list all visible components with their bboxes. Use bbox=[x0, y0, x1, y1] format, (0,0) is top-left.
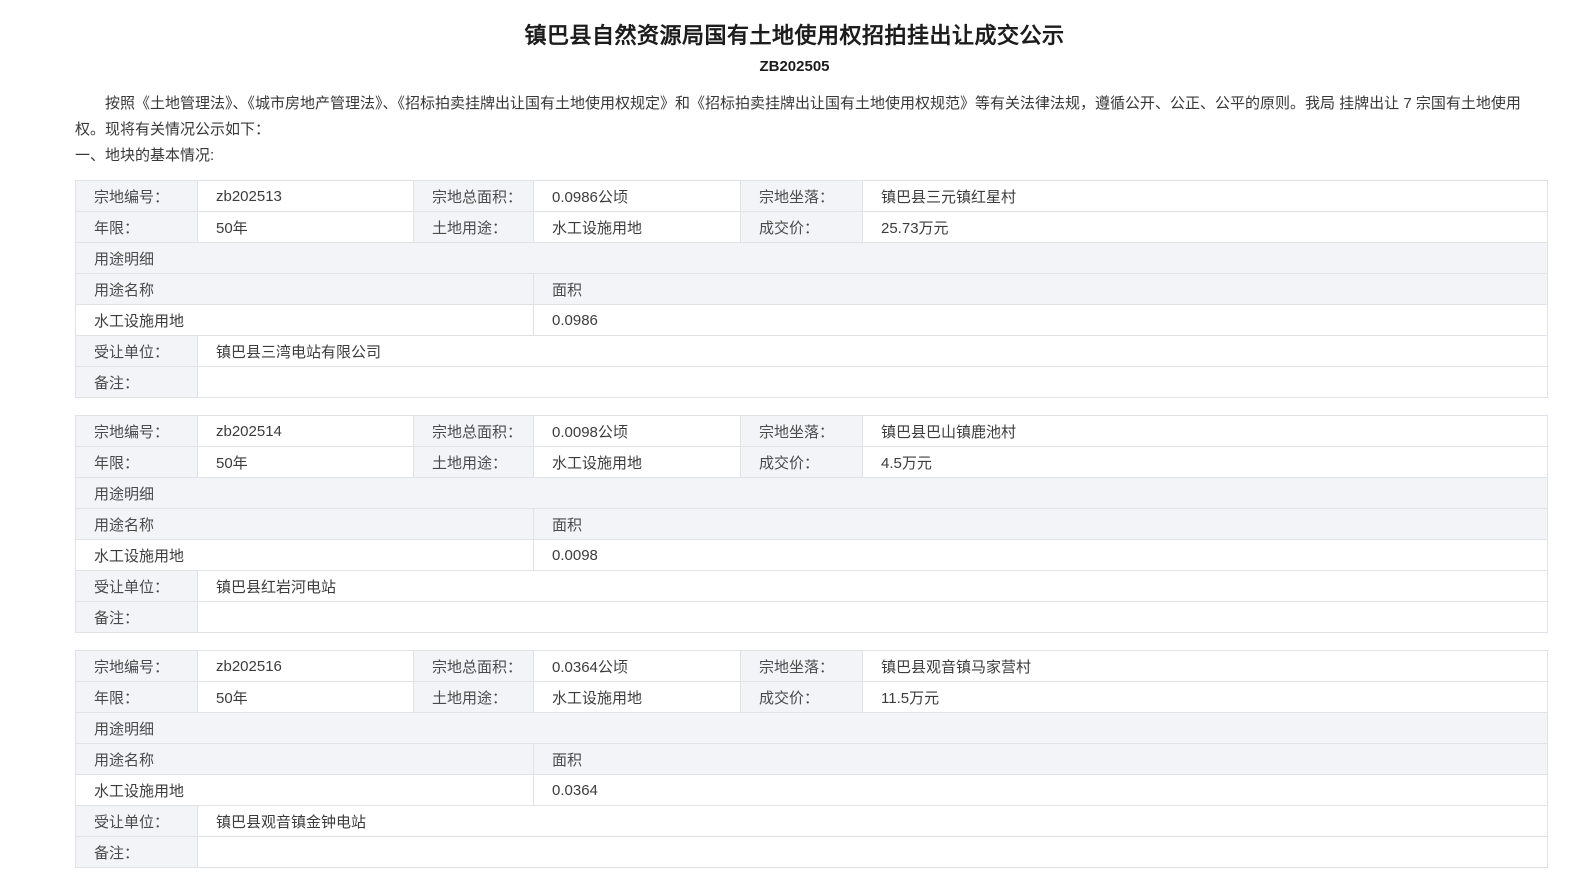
location-label: 宗地坐落： bbox=[741, 181, 863, 212]
deal-price-value: 11.5万元 bbox=[863, 682, 1548, 713]
use-detail-header: 用途明细 bbox=[76, 243, 1548, 274]
remark-value bbox=[198, 837, 1548, 868]
location-value: 镇巴县观音镇马家营村 bbox=[863, 651, 1548, 682]
remark-label: 备注： bbox=[76, 602, 198, 633]
deal-price-label: 成交价： bbox=[741, 682, 863, 713]
parcel-table-2: 宗地编号： zb202514 宗地总面积： 0.0098公顷 宗地坐落： 镇巴县… bbox=[75, 415, 1548, 633]
deal-price-label: 成交价： bbox=[741, 447, 863, 478]
remark-label: 备注： bbox=[76, 837, 198, 868]
transferee-label: 受让单位： bbox=[76, 806, 198, 837]
parcel-no-label: 宗地编号： bbox=[76, 651, 198, 682]
use-name-header: 用途名称 bbox=[76, 744, 534, 775]
term-label: 年限： bbox=[76, 212, 198, 243]
parcel-no-value: zb202514 bbox=[198, 416, 414, 447]
table-row: 备注： bbox=[76, 367, 1548, 398]
table-row: 年限： 50年 土地用途： 水工设施用地 成交价： 4.5万元 bbox=[76, 447, 1548, 478]
transferee-value: 镇巴县三湾电站有限公司 bbox=[198, 336, 1548, 367]
total-area-value: 0.0098公顷 bbox=[534, 416, 741, 447]
location-value: 镇巴县巴山镇鹿池村 bbox=[863, 416, 1548, 447]
transferee-label: 受让单位： bbox=[76, 571, 198, 602]
remark-value bbox=[198, 367, 1548, 398]
land-use-label: 土地用途： bbox=[414, 212, 534, 243]
table-row: 用途名称 面积 bbox=[76, 744, 1548, 775]
use-name-value: 水工设施用地 bbox=[76, 540, 534, 571]
table-row: 用途明细 bbox=[76, 243, 1548, 274]
page-title: 镇巴县自然资源局国有土地使用权招拍挂出让成交公示 bbox=[40, 18, 1549, 50]
parcel-no-label: 宗地编号： bbox=[76, 416, 198, 447]
table-row: 用途名称 面积 bbox=[76, 274, 1548, 305]
table-row: 水工设施用地 0.0364 bbox=[76, 775, 1548, 806]
land-use-value: 水工设施用地 bbox=[534, 682, 741, 713]
table-row: 用途明细 bbox=[76, 478, 1548, 509]
location-value: 镇巴县三元镇红星村 bbox=[863, 181, 1548, 212]
use-detail-header: 用途明细 bbox=[76, 478, 1548, 509]
section-heading: 一、地块的基本情况: bbox=[75, 143, 1549, 169]
parcel-no-value: zb202513 bbox=[198, 181, 414, 212]
table-row: 年限： 50年 土地用途： 水工设施用地 成交价： 25.73万元 bbox=[76, 212, 1548, 243]
total-area-label: 宗地总面积： bbox=[414, 416, 534, 447]
location-label: 宗地坐落： bbox=[741, 651, 863, 682]
intro-paragraph: 按照《土地管理法》、《城市房地产管理法》、《招标拍卖挂牌出让国有土地使用权规定》… bbox=[75, 91, 1548, 143]
term-label: 年限： bbox=[76, 682, 198, 713]
land-use-label: 土地用途： bbox=[414, 447, 534, 478]
deal-price-label: 成交价： bbox=[741, 212, 863, 243]
parcel-table-1: 宗地编号： zb202513 宗地总面积： 0.0986公顷 宗地坐落： 镇巴县… bbox=[75, 180, 1548, 398]
transferee-label: 受让单位： bbox=[76, 336, 198, 367]
deal-price-value: 4.5万元 bbox=[863, 447, 1548, 478]
total-area-label: 宗地总面积： bbox=[414, 651, 534, 682]
table-row: 年限： 50年 土地用途： 水工设施用地 成交价： 11.5万元 bbox=[76, 682, 1548, 713]
land-use-value: 水工设施用地 bbox=[534, 447, 741, 478]
table-row: 宗地编号： zb202513 宗地总面积： 0.0986公顷 宗地坐落： 镇巴县… bbox=[76, 181, 1548, 212]
land-use-label: 土地用途： bbox=[414, 682, 534, 713]
term-value: 50年 bbox=[198, 447, 414, 478]
parcel-no-label: 宗地编号： bbox=[76, 181, 198, 212]
table-row: 备注： bbox=[76, 602, 1548, 633]
use-area-value: 0.0364 bbox=[534, 775, 1548, 806]
remark-value bbox=[198, 602, 1548, 633]
total-area-value: 0.0364公顷 bbox=[534, 651, 741, 682]
parcel-no-value: zb202516 bbox=[198, 651, 414, 682]
table-row: 受让单位： 镇巴县观音镇金钟电站 bbox=[76, 806, 1548, 837]
land-use-value: 水工设施用地 bbox=[534, 212, 741, 243]
table-row: 水工设施用地 0.0098 bbox=[76, 540, 1548, 571]
use-name-header: 用途名称 bbox=[76, 274, 534, 305]
table-row: 宗地编号： zb202514 宗地总面积： 0.0098公顷 宗地坐落： 镇巴县… bbox=[76, 416, 1548, 447]
area-header: 面积 bbox=[534, 509, 1548, 540]
area-header: 面积 bbox=[534, 744, 1548, 775]
table-row: 用途明细 bbox=[76, 713, 1548, 744]
use-name-value: 水工设施用地 bbox=[76, 305, 534, 336]
total-area-label: 宗地总面积： bbox=[414, 181, 534, 212]
deal-price-value: 25.73万元 bbox=[863, 212, 1548, 243]
use-area-value: 0.0098 bbox=[534, 540, 1548, 571]
table-row: 备注： bbox=[76, 837, 1548, 868]
table-row: 受让单位： 镇巴县三湾电站有限公司 bbox=[76, 336, 1548, 367]
transferee-value: 镇巴县红岩河电站 bbox=[198, 571, 1548, 602]
parcel-table-3: 宗地编号： zb202516 宗地总面积： 0.0364公顷 宗地坐落： 镇巴县… bbox=[75, 650, 1548, 868]
location-label: 宗地坐落： bbox=[741, 416, 863, 447]
table-row: 受让单位： 镇巴县红岩河电站 bbox=[76, 571, 1548, 602]
table-row: 水工设施用地 0.0986 bbox=[76, 305, 1548, 336]
table-row: 用途名称 面积 bbox=[76, 509, 1548, 540]
term-value: 50年 bbox=[198, 212, 414, 243]
transferee-value: 镇巴县观音镇金钟电站 bbox=[198, 806, 1548, 837]
remark-label: 备注： bbox=[76, 367, 198, 398]
use-area-value: 0.0986 bbox=[534, 305, 1548, 336]
total-area-value: 0.0986公顷 bbox=[534, 181, 741, 212]
use-name-value: 水工设施用地 bbox=[76, 775, 534, 806]
doc-number: ZB202505 bbox=[40, 58, 1549, 75]
use-detail-header: 用途明细 bbox=[76, 713, 1548, 744]
announcement-page: 镇巴县自然资源局国有土地使用权招拍挂出让成交公示 ZB202505 按照《土地管… bbox=[0, 0, 1589, 895]
term-value: 50年 bbox=[198, 682, 414, 713]
use-name-header: 用途名称 bbox=[76, 509, 534, 540]
table-row: 宗地编号： zb202516 宗地总面积： 0.0364公顷 宗地坐落： 镇巴县… bbox=[76, 651, 1548, 682]
term-label: 年限： bbox=[76, 447, 198, 478]
area-header: 面积 bbox=[534, 274, 1548, 305]
